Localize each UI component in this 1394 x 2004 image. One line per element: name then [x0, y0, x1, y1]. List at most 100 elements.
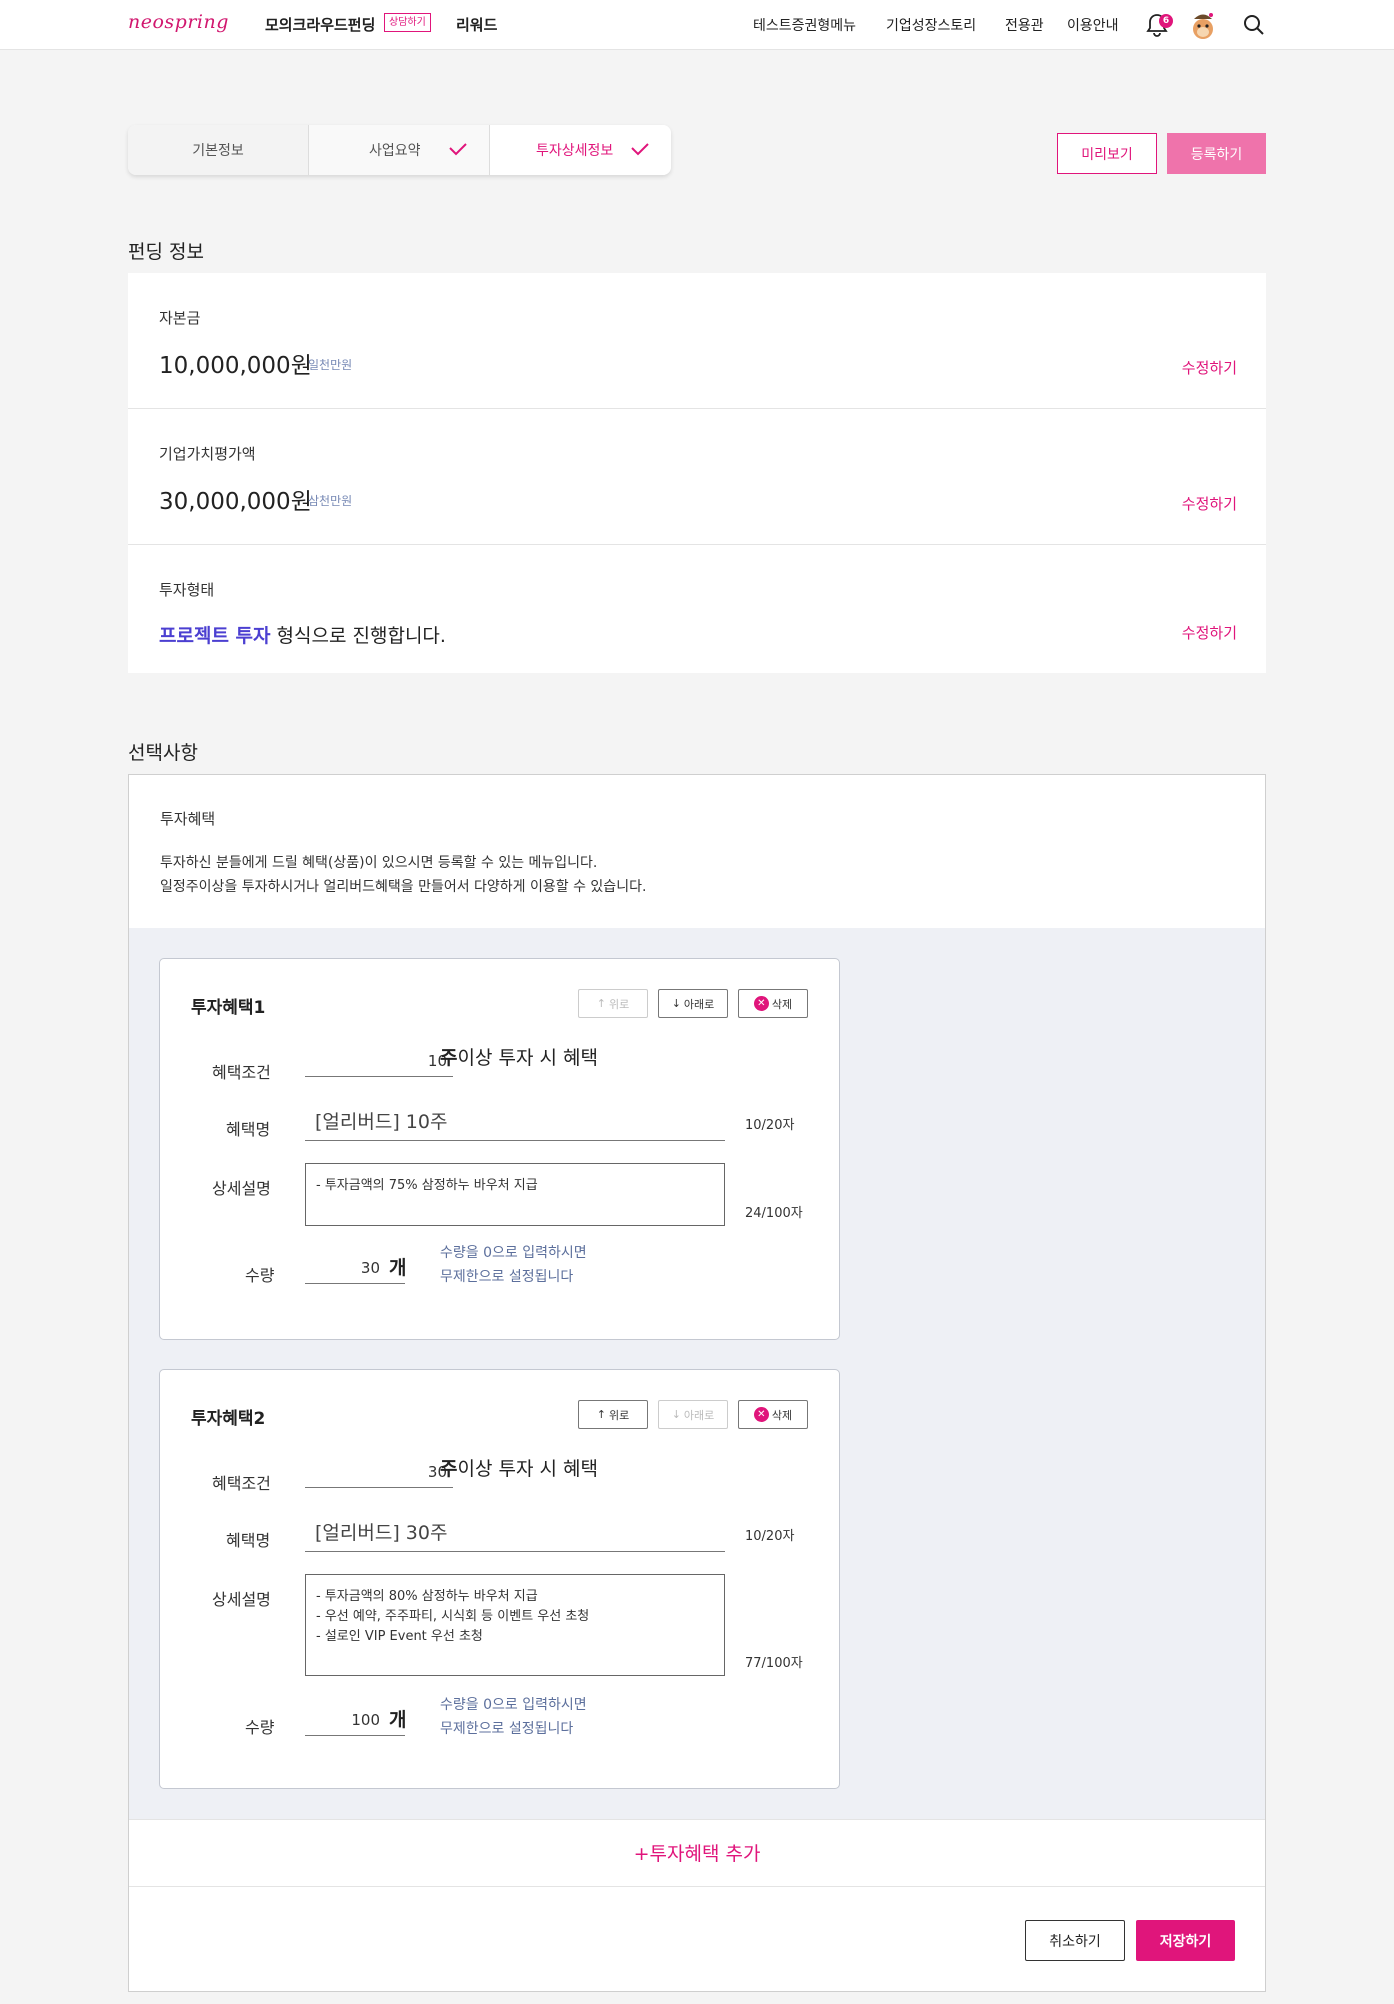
detail-textarea[interactable]: - 투자금액의 80% 삼정하누 바우처 지급 - 우선 예약, 주주파티, 시…: [305, 1574, 725, 1676]
benefit-desc-1: 투자하신 분들에게 드릴 혜택(상품)이 있으시면 등록할 수 있는 메뉴입니다…: [160, 855, 598, 871]
benefit-list: 투자혜택1 ↑ 위로 ↓ 아래로 ✕ 삭제 혜택조건 10 주이상 투자 시 혜택 혜…: [129, 928, 1265, 1819]
preview-button[interactable]: 미리보기: [1057, 133, 1157, 174]
move-down-button[interactable]: ↓ 아래로: [658, 1400, 728, 1429]
qty-hint: 수량을 0으로 입력하시면 무제한으로 설정됩니다: [440, 1241, 587, 1289]
condition-unit-rest: 이상 투자 시 혜택: [457, 1458, 598, 1480]
detail-label: 상세설명: [212, 1179, 271, 1198]
edit-valuation-link[interactable]: 수정하기: [1182, 493, 1237, 514]
benefit-title: 투자혜택: [160, 810, 216, 828]
valuation-korean: 삼천만원: [308, 494, 353, 508]
move-down-label: 아래로: [683, 1408, 715, 1422]
nav-reward[interactable]: 리워드: [456, 14, 497, 35]
tab-label: 기본정보: [192, 143, 244, 159]
name-label: 혜택명: [226, 1120, 271, 1139]
name-char-count: 10/20자: [745, 1529, 795, 1544]
qty-hint-line-2: 무제한으로 설정됩니다: [440, 1269, 574, 1285]
condition-unit-strong: 주: [440, 1047, 458, 1069]
benefit-intro: 투자혜택 투자하신 분들에게 드릴 혜택(상품)이 있으시면 등록할 수 있는 …: [129, 775, 1265, 928]
qty-label: 수량: [245, 1718, 275, 1737]
register-button[interactable]: 등록하기: [1167, 133, 1266, 174]
condition-unit-rest: 이상 투자 시 혜택: [457, 1047, 598, 1069]
step-tabs: 기본정보 사업요약 투자상세정보: [128, 125, 671, 175]
valuation-value: 30,000,000원: [159, 489, 312, 515]
options-panel: 투자혜택 투자하신 분들에게 드릴 혜택(상품)이 있으시면 등록할 수 있는 …: [128, 774, 1266, 1992]
add-benefit-button[interactable]: +투자혜택 추가: [129, 1819, 1265, 1887]
edit-investment-type-link[interactable]: 수정하기: [1182, 622, 1237, 643]
benefit-card: 투자혜택2 ↑ 위로 ↓ 아래로 ✕ 삭제 혜택조건 30 주이상 투자 시 혜택 혜…: [159, 1369, 840, 1789]
detail-line: - 설로인 VIP Event 우선 초청: [316, 1629, 483, 1644]
nav-growth-story[interactable]: 기업성장스토리: [886, 15, 976, 35]
move-up-label: 위로: [608, 1408, 630, 1422]
check-icon: [631, 143, 649, 156]
funding-section-title: 펀딩 정보: [128, 241, 204, 263]
investment-type-rest: 형식으로 진행합니다.: [270, 625, 446, 647]
investment-type-value: 프로젝트 투자 형식으로 진행합니다.: [159, 621, 446, 648]
consult-badge[interactable]: 상담하기: [384, 13, 431, 32]
name-char-count: 10/20자: [745, 1118, 795, 1133]
delete-label: 삭제: [771, 997, 793, 1011]
cancel-button[interactable]: 취소하기: [1025, 1920, 1125, 1961]
tab-label: 투자상세정보: [536, 143, 614, 159]
valuation-label: 기업가치평가액: [159, 445, 256, 463]
tab-investment-detail[interactable]: 투자상세정보: [490, 125, 671, 175]
detail-char-count: 77/100자: [745, 1656, 803, 1671]
tab-label: 사업요약: [369, 143, 421, 159]
edit-capital-link[interactable]: 수정하기: [1182, 357, 1237, 378]
arrow-up-icon: ↑: [596, 1408, 606, 1421]
qty-label: 수량: [245, 1266, 275, 1285]
avatar[interactable]: [1189, 10, 1217, 40]
notification-count: 6: [1159, 14, 1173, 28]
condition-label: 혜택조건: [212, 1063, 271, 1082]
nav-test-securities[interactable]: 테스트증권형메뉴: [753, 15, 856, 35]
investment-type-label: 투자형태: [159, 581, 215, 599]
logo[interactable]: neospring: [128, 11, 229, 33]
qty-unit: 개: [389, 1709, 407, 1731]
capital-row: 자본금 10,000,000원 일천만원 수정하기: [128, 273, 1266, 409]
move-up-button[interactable]: ↑ 위로: [578, 989, 648, 1018]
benefit-card-title: 투자혜택1: [191, 998, 266, 1018]
qty-unit: 개: [389, 1257, 407, 1279]
qty-hint: 수량을 0으로 입력하시면 무제한으로 설정됩니다: [440, 1693, 587, 1741]
condition-unit: 주이상 투자 시 혜택: [440, 1454, 598, 1481]
arrow-down-icon: ↓: [671, 997, 681, 1010]
detail-line: - 투자금액의 75% 삼정하누 바우처 지급: [316, 1178, 538, 1193]
investment-type-row: 투자형태 프로젝트 투자 형식으로 진행합니다. 수정하기: [128, 545, 1266, 673]
save-button[interactable]: 저장하기: [1136, 1920, 1235, 1961]
nav-exclusive[interactable]: 전용관: [1005, 15, 1044, 35]
tab-business-summary[interactable]: 사업요약: [309, 125, 490, 175]
benefit-card: 투자혜택1 ↑ 위로 ↓ 아래로 ✕ 삭제 혜택조건 10 주이상 투자 시 혜택 혜…: [159, 958, 840, 1340]
capital-value: 10,000,000원: [159, 353, 312, 379]
move-up-button[interactable]: ↑ 위로: [578, 1400, 648, 1429]
condition-unit: 주이상 투자 시 혜택: [440, 1043, 598, 1070]
qty-hint-line-1: 수량을 0으로 입력하시면: [440, 1697, 587, 1713]
funding-panel: 자본금 10,000,000원 일천만원 수정하기 기업가치평가액 30,000…: [128, 273, 1266, 673]
check-icon: [449, 143, 467, 156]
condition-input[interactable]: 30: [305, 1458, 453, 1488]
capital-label: 자본금: [159, 309, 201, 327]
move-down-label: 아래로: [683, 997, 715, 1011]
benefit-name-input[interactable]: [얼리버드] 30주: [305, 1516, 725, 1552]
arrow-up-icon: ↑: [596, 997, 606, 1010]
delete-label: 삭제: [771, 1408, 793, 1422]
tab-basic-info[interactable]: 기본정보: [128, 125, 309, 175]
detail-line: - 투자금액의 80% 삼정하누 바우처 지급: [316, 1589, 538, 1604]
benefit-card-title: 투자혜택2: [191, 1409, 266, 1429]
condition-input[interactable]: 10: [305, 1047, 453, 1077]
options-section-title: 선택사항: [128, 742, 198, 764]
valuation-row: 기업가치평가액 30,000,000원 삼천만원 수정하기: [128, 409, 1266, 545]
benefit-name-input[interactable]: [얼리버드] 10주: [305, 1105, 725, 1141]
nav-mock-crowdfunding[interactable]: 모의크라우드펀딩: [265, 14, 375, 35]
qty-hint-line-2: 무제한으로 설정됩니다: [440, 1721, 574, 1737]
move-down-button[interactable]: ↓ 아래로: [658, 989, 728, 1018]
search-icon[interactable]: [1242, 13, 1266, 37]
detail-textarea[interactable]: - 투자금액의 75% 삼정하누 바우처 지급: [305, 1163, 725, 1226]
condition-label: 혜택조건: [212, 1474, 271, 1493]
close-icon: ✕: [753, 1407, 769, 1422]
nav-guide[interactable]: 이용안내: [1067, 15, 1119, 35]
delete-button[interactable]: ✕ 삭제: [738, 1400, 808, 1429]
name-label: 혜택명: [226, 1531, 271, 1550]
detail-label: 상세설명: [212, 1590, 271, 1609]
delete-button[interactable]: ✕ 삭제: [738, 989, 808, 1018]
detail-line: - 우선 예약, 주주파티, 시식회 등 이벤트 우선 초청: [316, 1609, 590, 1624]
move-up-label: 위로: [608, 997, 630, 1011]
